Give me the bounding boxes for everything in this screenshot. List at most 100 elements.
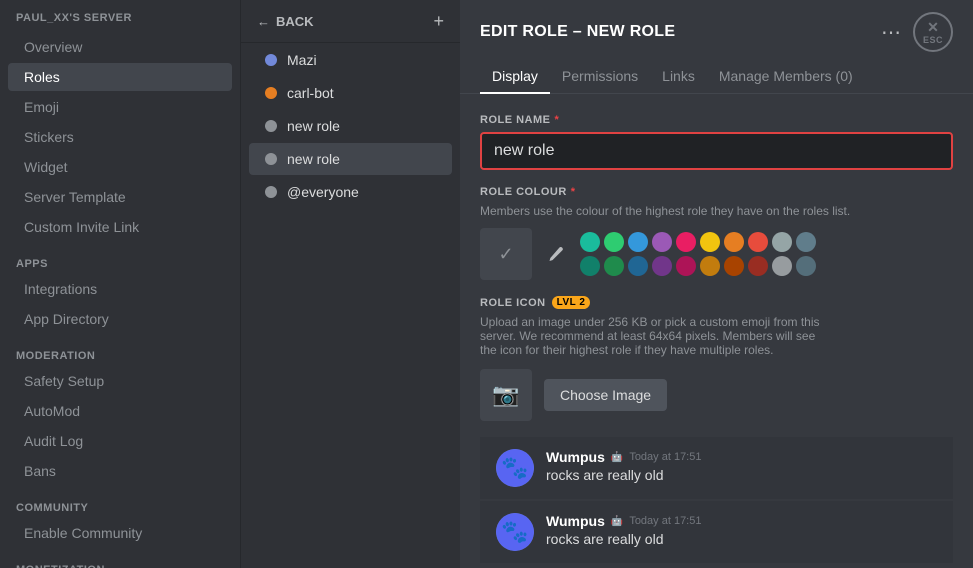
- esc-label: ESC: [923, 35, 943, 45]
- role-name-input[interactable]: [480, 132, 953, 170]
- main-content: EDIT ROLE – NEW ROLE ⋯ ✕ ESC Display Per…: [460, 0, 973, 568]
- role-color-dot: [265, 87, 277, 99]
- colour-option[interactable]: [772, 232, 792, 252]
- role-colour-label: ROLE COLOUR *: [480, 186, 953, 198]
- role-list-item-everyone[interactable]: @everyone: [249, 176, 452, 208]
- role-color-dot: [265, 186, 277, 198]
- roles-panel: ← BACK + Mazi carl-bot new role new role…: [240, 0, 460, 568]
- role-list-item-active[interactable]: new role: [249, 143, 452, 175]
- wumpus-avatar-icon: 🐾: [501, 455, 528, 481]
- more-options-button[interactable]: ⋯: [881, 20, 901, 45]
- sidebar-item-integrations[interactable]: Integrations: [8, 275, 232, 303]
- colour-option[interactable]: [700, 256, 720, 276]
- lvl-badge: LVL 2: [552, 296, 591, 309]
- tab-permissions[interactable]: Permissions: [550, 60, 650, 94]
- close-icon: ✕: [927, 20, 939, 34]
- message-text: rocks are really old: [546, 467, 937, 483]
- role-color-dot: [265, 153, 277, 165]
- message-header: Wumpus 🤖 Today at 17:51: [546, 449, 937, 465]
- upload-icon: 📷: [492, 382, 519, 408]
- sidebar-item-bans[interactable]: Bans: [8, 457, 232, 485]
- colour-option[interactable]: [652, 256, 672, 276]
- sidebar-item-emoji[interactable]: Emoji: [8, 93, 232, 121]
- colour-option[interactable]: [700, 232, 720, 252]
- sidebar-item-safety-setup[interactable]: Safety Setup: [8, 367, 232, 395]
- colour-option[interactable]: [724, 256, 744, 276]
- wumpus-avatar-icon: 🐾: [501, 519, 528, 545]
- colour-option[interactable]: [796, 256, 816, 276]
- sidebar-item-custom-invite[interactable]: Custom Invite Link: [8, 213, 232, 241]
- colour-option[interactable]: [628, 232, 648, 252]
- colour-row-2: [580, 256, 816, 276]
- role-icon-desc: Upload an image under 256 KB or pick a c…: [480, 315, 820, 357]
- role-name: new role: [287, 118, 340, 134]
- role-icon-upload-area[interactable]: 📷: [480, 369, 532, 421]
- message-body: Wumpus 🤖 Today at 17:51 rocks are really…: [546, 513, 937, 547]
- sidebar-item-stickers[interactable]: Stickers: [8, 123, 232, 151]
- form-area: ROLE NAME * ROLE COLOUR * Members use th…: [460, 94, 973, 568]
- choose-image-button[interactable]: Choose Image: [544, 379, 667, 411]
- apps-section-label: APPS: [0, 242, 240, 274]
- colour-option[interactable]: [676, 256, 696, 276]
- role-list-item[interactable]: carl-bot: [249, 77, 452, 109]
- server-name: PAUL_XX'S SERVER: [0, 0, 240, 32]
- role-color-dot: [265, 54, 277, 66]
- role-colour-section: ROLE COLOUR * Members use the colour of …: [480, 186, 953, 280]
- sidebar-item-roles[interactable]: Roles: [8, 63, 232, 91]
- tab-display[interactable]: Display: [480, 60, 550, 94]
- back-label: BACK: [276, 14, 314, 29]
- back-button[interactable]: ← BACK: [257, 14, 314, 29]
- colour-option[interactable]: [580, 256, 600, 276]
- colour-swatch-selected[interactable]: ✓: [480, 228, 532, 280]
- colour-option[interactable]: [676, 232, 696, 252]
- colour-option[interactable]: [604, 256, 624, 276]
- message-badge: 🤖: [611, 452, 623, 463]
- message-time: Today at 17:51: [629, 515, 701, 527]
- colour-option[interactable]: [748, 256, 768, 276]
- role-colour-desc: Members use the colour of the highest ro…: [480, 204, 953, 218]
- sidebar-item-audit-log[interactable]: Audit Log: [8, 427, 232, 455]
- checkmark-icon: ✓: [498, 244, 513, 265]
- sidebar-item-automod[interactable]: AutoMod: [8, 397, 232, 425]
- tab-manage-members[interactable]: Manage Members (0): [707, 60, 865, 94]
- role-name-label: ROLE NAME *: [480, 114, 953, 126]
- chat-message: 🐾 Wumpus 🤖 Today at 17:51 rocks are real…: [480, 501, 953, 563]
- sidebar-item-enable-community[interactable]: Enable Community: [8, 519, 232, 547]
- tab-links[interactable]: Links: [650, 60, 707, 94]
- tabs: Display Permissions Links Manage Members…: [460, 52, 973, 94]
- colour-option[interactable]: [652, 232, 672, 252]
- message-author: Wumpus: [546, 513, 605, 529]
- required-indicator: *: [555, 114, 560, 126]
- colour-option[interactable]: [772, 256, 792, 276]
- required-indicator: *: [571, 186, 576, 198]
- avatar: 🐾: [496, 449, 534, 487]
- esc-button[interactable]: ✕ ESC: [913, 12, 953, 52]
- icon-upload-row: 📷 Choose Image: [480, 369, 953, 421]
- message-header: Wumpus 🤖 Today at 17:51: [546, 513, 937, 529]
- main-header: EDIT ROLE – NEW ROLE ⋯ ✕ ESC: [460, 0, 973, 52]
- avatar-inner: 🐾: [496, 513, 534, 551]
- chat-message: 🐾 Wumpus 🤖 Today at 17:51 rocks are real…: [480, 437, 953, 499]
- message-body: Wumpus 🤖 Today at 17:51 rocks are really…: [546, 449, 937, 483]
- colour-option[interactable]: [724, 232, 744, 252]
- colour-grid: [580, 232, 816, 276]
- colour-option[interactable]: [748, 232, 768, 252]
- colour-edit-button[interactable]: [542, 240, 570, 268]
- colour-option[interactable]: [580, 232, 600, 252]
- role-list-item[interactable]: new role: [249, 110, 452, 142]
- colour-option[interactable]: [604, 232, 624, 252]
- sidebar-item-app-directory[interactable]: App Directory: [8, 305, 232, 333]
- sidebar-item-widget[interactable]: Widget: [8, 153, 232, 181]
- colour-option[interactable]: [796, 232, 816, 252]
- chat-preview: 🐾 Wumpus 🤖 Today at 17:51 rocks are real…: [480, 437, 953, 563]
- role-name: Mazi: [287, 52, 317, 68]
- page-title: EDIT ROLE – NEW ROLE: [480, 23, 675, 41]
- message-text: rocks are really old: [546, 531, 937, 547]
- role-list-item[interactable]: Mazi: [249, 44, 452, 76]
- colour-option[interactable]: [628, 256, 648, 276]
- sidebar-item-overview[interactable]: Overview: [8, 33, 232, 61]
- add-role-button[interactable]: +: [433, 12, 444, 30]
- sidebar-item-server-template[interactable]: Server Template: [8, 183, 232, 211]
- role-name: @everyone: [287, 184, 359, 200]
- avatar-inner: 🐾: [496, 449, 534, 487]
